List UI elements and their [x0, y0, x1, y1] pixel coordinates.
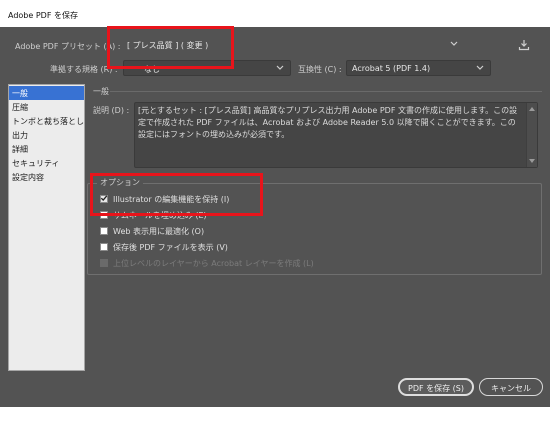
window-title: Adobe PDF を保存: [0, 0, 550, 27]
chevron-down-icon: [450, 41, 458, 46]
description-label: 説明 (D) :: [93, 106, 130, 115]
description-scrollbar[interactable]: [526, 103, 537, 167]
preset-label: Adobe PDF プリセット (A) :: [15, 42, 121, 51]
save-pdf-button[interactable]: PDF を保存 (S): [398, 378, 474, 396]
highlight-box-options: [90, 173, 263, 216]
sidebar-item-output[interactable]: 出力: [9, 128, 84, 142]
description-text: [元とするセット : [プレス品質] 高品質なプリプレス出力用 Adobe PD…: [138, 106, 518, 139]
compatibility-select[interactable]: Acrobat 5 (PDF 1.4): [346, 60, 491, 76]
save-preset-icon[interactable]: [518, 39, 530, 51]
checkbox[interactable]: [100, 243, 108, 251]
sidebar-item-general[interactable]: 一般: [9, 86, 84, 100]
scroll-down-icon[interactable]: [529, 159, 535, 163]
compatibility-label: 互換性 (C) :: [298, 65, 342, 74]
chevron-down-icon: [476, 65, 484, 70]
option-label: Web 表示用に最適化 (O): [113, 227, 205, 236]
scroll-up-icon[interactable]: [529, 107, 535, 111]
sidebar-item-summary[interactable]: 設定内容: [9, 170, 84, 184]
sidebar-item-security[interactable]: セキュリティ: [9, 156, 84, 170]
checkbox[interactable]: [100, 227, 108, 235]
checkbox: [100, 259, 108, 267]
option-label: 上位レベルのレイヤーから Acrobat レイヤーを作成 (L): [113, 259, 314, 268]
sidebar-item-advanced[interactable]: 詳細: [9, 142, 84, 156]
highlight-box-preset: [107, 26, 234, 69]
sidebar-item-compression[interactable]: 圧縮: [9, 100, 84, 114]
chevron-down-icon: [276, 65, 284, 70]
compatibility-value: Acrobat 5 (PDF 1.4): [352, 64, 431, 73]
option-label: 保存後 PDF ファイルを表示 (V): [113, 243, 228, 252]
cancel-button[interactable]: キャンセル: [479, 378, 543, 396]
section-divider: [110, 91, 542, 92]
sidebar-item-marks-and-bleeds[interactable]: トンボと裁ち落とし: [9, 114, 84, 128]
general-heading: 一般: [93, 87, 109, 96]
save-pdf-dialog: Adobe PDF を保存 Adobe PDF プリセット (A) : [ プレ…: [0, 0, 550, 407]
description-field[interactable]: [元とするセット : [プレス品質] 高品質なプリプレス出力用 Adobe PD…: [134, 102, 538, 168]
category-list: 一般 圧縮 トンボと裁ち落とし 出力 詳細 セキュリティ 設定内容: [8, 84, 85, 371]
